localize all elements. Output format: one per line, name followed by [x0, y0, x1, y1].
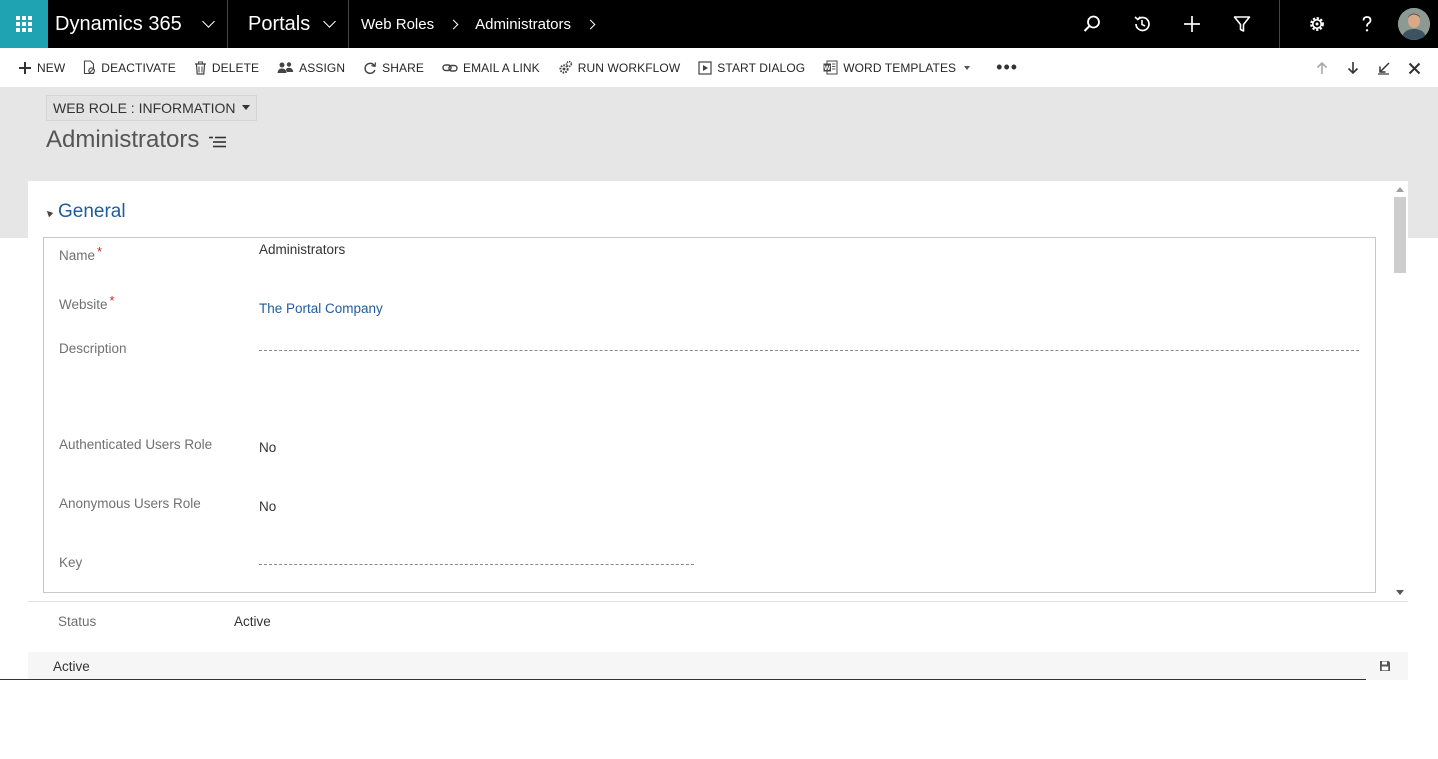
app-name: Dynamics 365	[55, 12, 182, 35]
chevron-right-icon[interactable]	[585, 19, 596, 29]
app-window: Dynamics 365 Portals Web Roles Administr…	[0, 0, 1438, 680]
deactivate-document-icon	[84, 60, 96, 75]
settings-gear-icon[interactable]	[1292, 0, 1342, 48]
save-disk-icon[interactable]	[1379, 660, 1391, 672]
chevron-down-icon	[323, 15, 336, 28]
share-icon	[364, 61, 377, 74]
pop-out-window-icon[interactable]	[1368, 61, 1399, 75]
word-document-icon: W	[823, 60, 838, 75]
delete-button[interactable]: DELETE	[194, 61, 259, 75]
area-menu[interactable]: Portals	[228, 0, 349, 48]
section-title: General	[58, 201, 126, 222]
form-footer: Active	[28, 652, 1408, 680]
share-button-label: SHARE	[382, 60, 424, 75]
user-avatar[interactable]	[1398, 8, 1430, 40]
breadcrumb-web-roles[interactable]: Web Roles	[361, 16, 434, 33]
more-commands-ellipsis-icon[interactable]: •••	[996, 57, 1018, 78]
email-a-link-button[interactable]: EMAIL A LINK	[442, 61, 540, 75]
description-field[interactable]	[259, 350, 1359, 351]
run-workflow-button-label: RUN WORKFLOW	[577, 60, 681, 75]
new-button-label: NEW	[37, 60, 66, 75]
new-button[interactable]: NEW	[18, 61, 65, 75]
key-field[interactable]	[259, 564, 694, 565]
start-dialog-play-icon	[698, 60, 712, 75]
status-field-row: Status Active	[28, 601, 1408, 641]
caret-down-icon	[241, 104, 250, 110]
plus-icon	[19, 61, 31, 74]
scroll-up-arrow-icon[interactable]	[1396, 187, 1404, 192]
required-marker: *	[109, 293, 115, 308]
form-scrollbar[interactable]	[1392, 181, 1408, 601]
close-icon[interactable]	[1399, 62, 1430, 75]
breadcrumb-administrators[interactable]: Administrators	[475, 16, 571, 33]
website-field-label: Website *	[59, 293, 115, 312]
start-dialog-button-label: START DIALOG	[717, 60, 806, 75]
advanced-find-filter-icon[interactable]	[1217, 0, 1267, 48]
area-name: Portals	[248, 12, 311, 35]
nav-divider	[1279, 0, 1280, 48]
status-field-value[interactable]: Active	[234, 614, 271, 629]
svg-text:W: W	[824, 65, 831, 72]
nav-right-actions	[1067, 0, 1438, 48]
previous-record-arrow-up-icon[interactable]	[1306, 61, 1337, 75]
record-title-text: Administrators	[46, 126, 200, 153]
assign-button[interactable]: ASSIGN	[277, 61, 345, 75]
app-name-menu[interactable]: Dynamics 365	[48, 0, 228, 48]
word-templates-button[interactable]: W WORD TEMPLATES	[823, 60, 971, 75]
scrollbar-thumb[interactable]	[1394, 197, 1406, 273]
anonymous-users-role-label: Anonymous Users Role	[59, 496, 201, 511]
section-header-general[interactable]: General	[44, 201, 126, 223]
link-icon	[442, 63, 458, 72]
record-title: Administrators	[46, 126, 227, 154]
chevron-right-icon	[448, 19, 459, 29]
run-workflow-button[interactable]: RUN WORKFLOW	[558, 60, 681, 75]
chevron-down-icon	[202, 15, 215, 28]
name-field[interactable]: Administrators	[259, 242, 345, 257]
collapse-triangle-icon[interactable]	[44, 208, 54, 218]
recent-history-icon[interactable]	[1117, 0, 1167, 48]
form-selector-dropdown[interactable]: WEB ROLE : INFORMATION	[46, 95, 257, 121]
top-nav-bar: Dynamics 365 Portals Web Roles Administr…	[0, 0, 1438, 48]
status-field-label: Status	[58, 614, 97, 629]
authenticated-users-role-label: Authenticated Users Role	[59, 437, 213, 452]
start-dialog-button[interactable]: START DIALOG	[698, 61, 805, 75]
description-field-label: Description	[59, 341, 127, 356]
form-body: General Name * Administrators Website * Th…	[28, 181, 1408, 601]
email-a-link-button-label: EMAIL A LINK	[462, 60, 540, 75]
required-marker: *	[97, 244, 103, 259]
authenticated-users-role-field[interactable]: No	[259, 440, 276, 455]
deactivate-button[interactable]: DEACTIVATE	[83, 60, 176, 75]
record-navigation	[1306, 48, 1430, 88]
website-lookup-link[interactable]: The Portal Company	[259, 301, 383, 316]
breadcrumb: Web Roles Administrators	[349, 0, 612, 48]
record-status-text: Active	[53, 659, 90, 674]
delete-button-label: DELETE	[211, 60, 260, 75]
command-bar: NEW DEACTIVATE DELETE ASSIGN SHARE EMAIL…	[0, 48, 1438, 88]
view-menu-list-icon[interactable]	[209, 136, 227, 148]
key-field-label: Key	[59, 555, 83, 570]
caret-down-icon	[964, 65, 971, 70]
next-record-arrow-down-icon[interactable]	[1337, 61, 1368, 75]
general-section-fields: Name * Administrators Website * The Portal…	[43, 237, 1376, 593]
name-field-label: Name *	[59, 244, 103, 263]
help-question-icon[interactable]	[1342, 0, 1392, 48]
workflow-gears-icon	[559, 60, 572, 74]
new-plus-icon[interactable]	[1167, 0, 1217, 48]
assign-users-icon	[277, 61, 294, 73]
deactivate-button-label: DEACTIVATE	[101, 60, 176, 75]
assign-button-label: ASSIGN	[299, 60, 346, 75]
trash-icon	[194, 61, 206, 75]
search-icon[interactable]	[1067, 0, 1117, 48]
bottom-divider	[0, 679, 1366, 680]
scroll-down-arrow-icon[interactable]	[1396, 590, 1404, 595]
app-launcher-waffle-icon[interactable]	[0, 0, 48, 48]
form-selector-label: WEB ROLE : INFORMATION	[53, 100, 236, 116]
anonymous-users-role-field[interactable]: No	[259, 499, 276, 514]
share-button[interactable]: SHARE	[363, 61, 424, 75]
word-templates-button-label: WORD TEMPLATES	[843, 60, 957, 75]
